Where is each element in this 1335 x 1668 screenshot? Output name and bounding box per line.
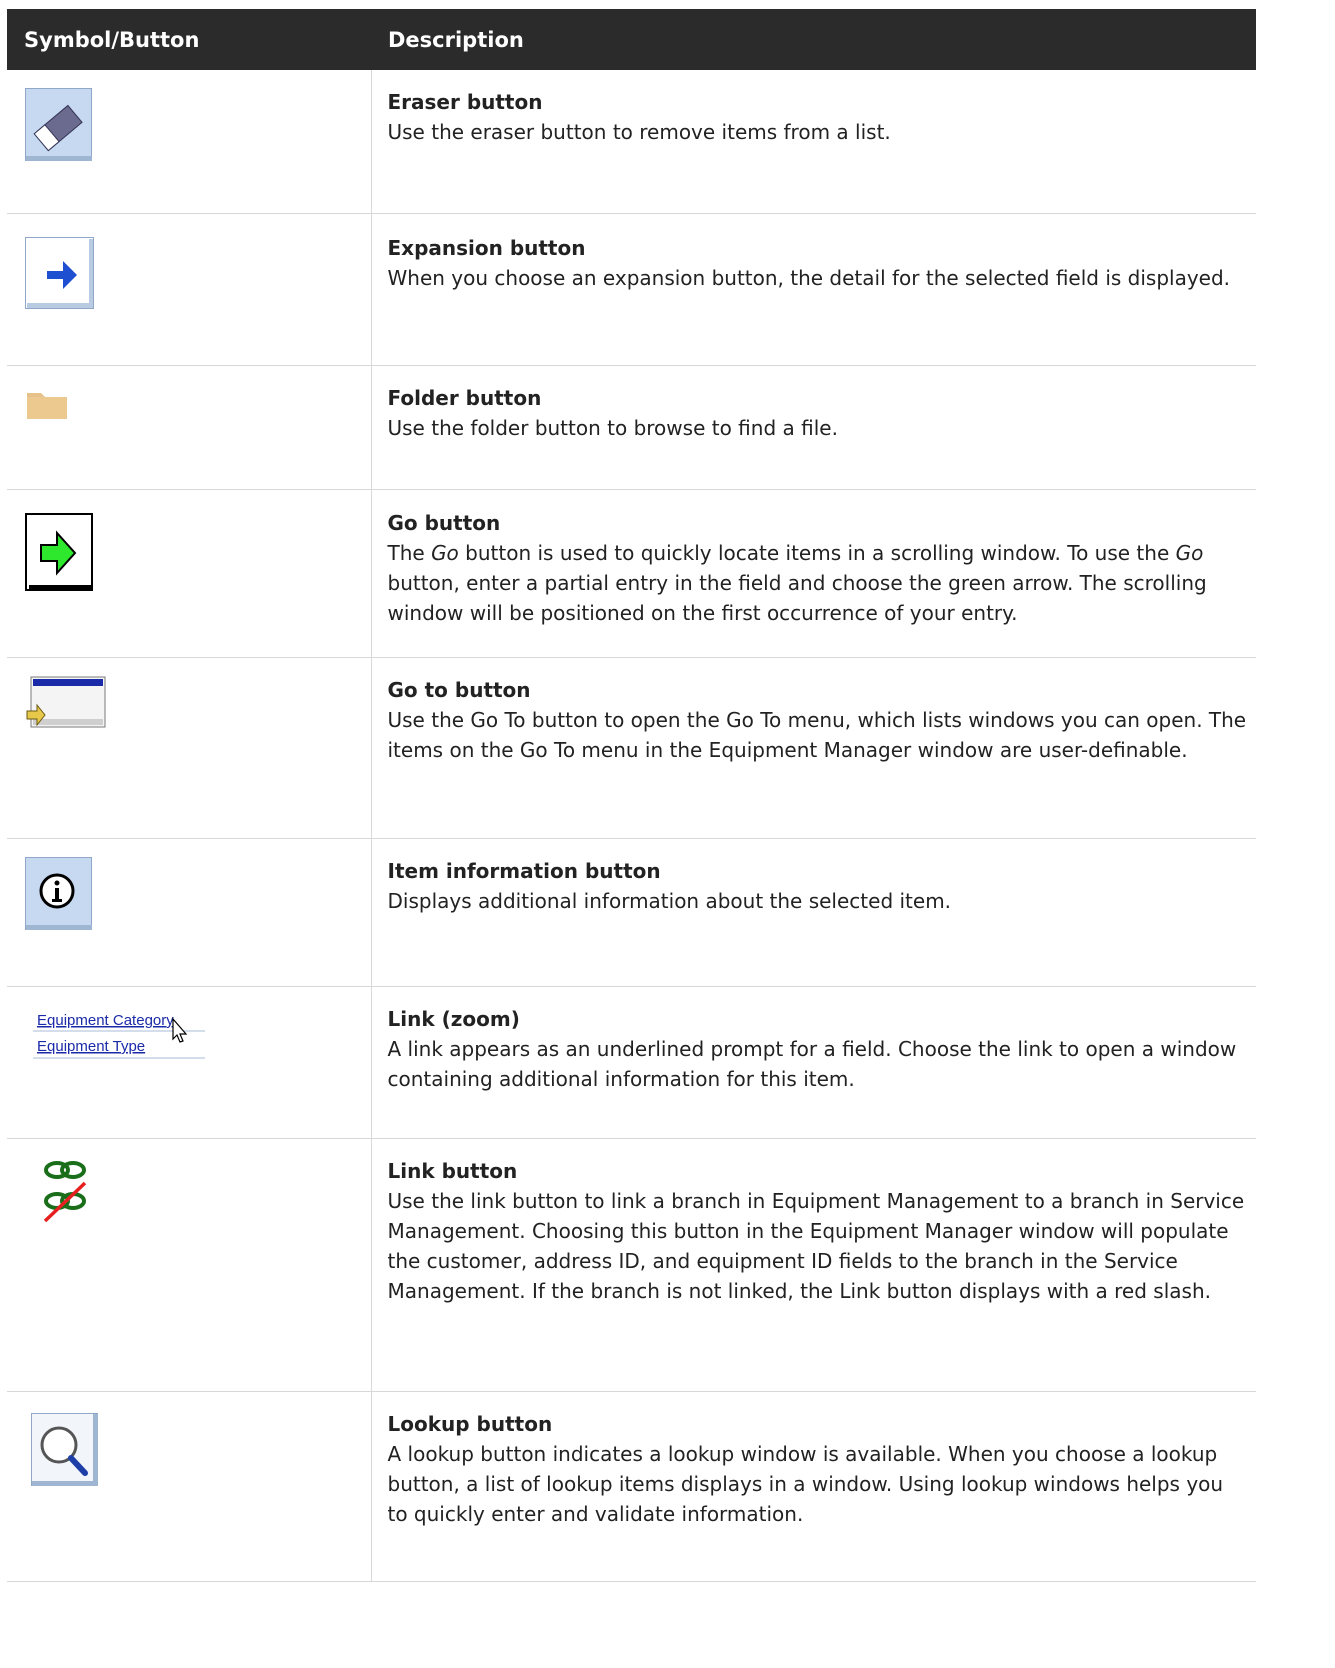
table-row: Folder button Use the folder button to b…: [7, 365, 1256, 490]
row-description: Use the folder button to browse to find …: [387, 415, 838, 440]
table-row: Equipment Category Equipment Type Link (…: [7, 986, 1256, 1139]
row-title: Folder button: [387, 385, 542, 410]
row-description: Use the eraser button to remove items fr…: [387, 120, 891, 144]
table-row: Item information button Displays additio…: [7, 838, 1256, 987]
description-cell: Link button Use the link button to link …: [371, 1138, 1256, 1392]
table-header-row: Symbol/Button Description: [7, 9, 1256, 70]
lookup-magnifier-icon: [31, 1412, 98, 1486]
symbol-cell: [7, 838, 372, 987]
description-cell: Link (zoom) A link appears as an underli…: [371, 986, 1256, 1139]
go-arrow-icon: [25, 512, 93, 591]
description-cell: Eraser button Use the eraser button to r…: [371, 70, 1256, 214]
description-cell: Expansion button When you choose an expa…: [371, 213, 1256, 366]
description-cell: Go button The Go button is used to quick…: [371, 489, 1256, 658]
go-to-icon: [26, 676, 106, 727]
symbol-cell: [7, 70, 372, 214]
expansion-arrow-icon: [25, 236, 94, 309]
row-description: Use the link button to link a branch in …: [387, 1188, 1245, 1303]
table-row: Expansion button When you choose an expa…: [7, 213, 1256, 366]
table-row: Lookup button A lookup button indicates …: [7, 1391, 1256, 1582]
description-cell: Go to button Use the Go To button to ope…: [371, 657, 1256, 839]
row-title: Link (zoom): [387, 1006, 520, 1031]
row-description: When you choose an expansion button, the…: [387, 265, 1231, 290]
zoom-link-sample-type: Equipment Type: [37, 1038, 145, 1055]
row-description: Use the Go To button to open the Go To m…: [387, 707, 1247, 762]
symbol-cell: [7, 1138, 372, 1392]
description-cell: Item information button Displays additio…: [371, 838, 1256, 987]
table-row: Eraser button Use the eraser button to r…: [7, 70, 1256, 214]
header-description: Description: [371, 9, 1256, 70]
table-row: Link button Use the link button to link …: [7, 1138, 1256, 1392]
description-cell: Lookup button A lookup button indicates …: [371, 1391, 1256, 1582]
row-description: Displays additional information about th…: [387, 888, 952, 913]
folder-icon: [27, 392, 67, 419]
row-title: Go button: [387, 510, 501, 535]
row-title: Eraser button: [387, 90, 543, 114]
symbol-cell: [7, 213, 372, 366]
zoom-link-image: Equipment Category Equipment Type: [33, 1012, 205, 1058]
zoom-link-sample-category: Equipment Category: [37, 1012, 174, 1029]
table-row: Go button The Go button is used to quick…: [7, 489, 1256, 658]
table-row: Go to button Use the Go To button to ope…: [7, 657, 1256, 839]
symbol-cell: [7, 365, 372, 490]
symbol-cell: [7, 657, 372, 839]
chain-link-icon: [43, 1160, 87, 1222]
info-icon: [25, 856, 92, 930]
row-description: A lookup button indicates a lookup windo…: [387, 1441, 1224, 1526]
row-title: Item information button: [387, 858, 661, 883]
eraser-icon: [25, 88, 92, 161]
description-cell: Folder button Use the folder button to b…: [371, 365, 1256, 490]
row-title: Link button: [387, 1158, 518, 1183]
symbol-cell: Equipment Category Equipment Type: [7, 986, 372, 1139]
row-title: Expansion button: [387, 235, 586, 260]
row-title: Go to button: [387, 677, 531, 702]
symbol-cell: [7, 489, 372, 658]
symbol-cell: [7, 1391, 372, 1582]
header-symbol-button: Symbol/Button: [7, 9, 371, 70]
symbol-button-table: Symbol/Button Description Eraser button …: [7, 9, 1256, 1582]
row-description: A link appears as an underlined prompt f…: [387, 1036, 1237, 1091]
row-description: The Go button is used to quickly locate …: [387, 540, 1207, 625]
row-title: Lookup button: [387, 1411, 553, 1436]
